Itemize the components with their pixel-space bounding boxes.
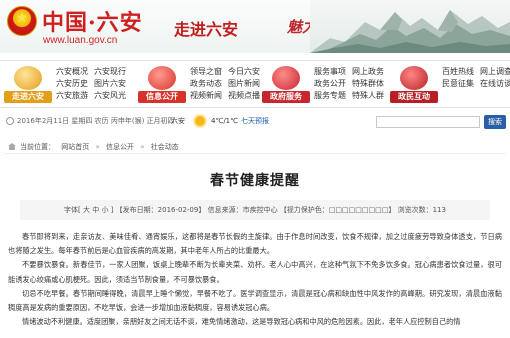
weather-temperature: 4℃/1℃ [211, 117, 238, 125]
nav-badge-label: 信息公开 [138, 91, 186, 103]
nav-link[interactable]: 六安旅游 [56, 90, 88, 101]
interaction-icon [400, 66, 428, 90]
nav-link[interactable]: 今日六安 [228, 66, 260, 77]
nav-link[interactable]: 服务事项 [314, 66, 346, 77]
weather-location: 六安 [171, 117, 185, 125]
main-nav: 走进六安 六安概况 六安现行 六安历史 图片六安 六安旅游 六安风光 信息公开 … [0, 60, 510, 108]
nav-link[interactable]: 领导之窗 [190, 66, 222, 77]
nav-link[interactable]: 图片新闻 [228, 78, 260, 89]
nav-link[interactable]: 六安历史 [56, 78, 88, 89]
nav-badge-label: 政民互动 [390, 91, 438, 103]
info-icon [148, 66, 176, 90]
article-meta: 字体[ 大 中 小 ] 【发布日期：2016-02-09】 信息来源：市疾控中心… [0, 204, 510, 216]
nav-link[interactable]: 六安风光 [94, 90, 126, 101]
nav-link[interactable]: 政务公开 [314, 78, 346, 89]
article-paragraph: 不要暴饮暴食。新春佳节，一家人团聚，饭桌上晚辈不断为长辈夹菜、劝杯。老人心中高兴… [8, 260, 502, 284]
eye-protect-color-swatches[interactable]: □□□□□□□□□ [329, 206, 389, 214]
nav-link[interactable]: 在线访谈 [480, 78, 510, 89]
nav-link[interactable]: 特殊群体 [352, 78, 384, 89]
sun-icon [195, 116, 205, 126]
nav-link[interactable]: 六安概况 [56, 66, 88, 77]
mountain-landscape-image [310, 0, 510, 53]
service-icon [272, 66, 300, 90]
nav-link[interactable]: 六安现行 [94, 66, 126, 77]
breadcrumb-item-home[interactable]: 网站首页 [61, 143, 89, 151]
nav-link[interactable]: 图片六安 [94, 78, 126, 89]
view-count: 浏览次数：113 [397, 206, 446, 214]
article-body: 春节即将到来，走亲访友、美味佳肴、通宵娱乐，这都将是春节长假的主旋律。由于作息时… [8, 230, 502, 338]
breadcrumb-item-social[interactable]: 社会动态 [151, 143, 179, 151]
nav-link[interactable]: 百姓热线 [442, 66, 474, 77]
eye-protect-label: 【视力保护色： [279, 206, 329, 214]
article-title: 春节健康提醒 [210, 173, 300, 189]
nav-badge-label: 走进六安 [4, 91, 52, 103]
font-size-switcher[interactable]: 字体[ 大 中 小 ] [64, 206, 113, 214]
clock-icon [6, 117, 14, 125]
eye-protect-end: 】 [388, 206, 396, 214]
nav-link[interactable]: 政务动态 [190, 78, 222, 89]
nav-link[interactable]: 网上政务 [352, 66, 384, 77]
nav-badge-interaction[interactable]: 政民互动 [390, 64, 438, 106]
breadcrumb-item-info[interactable]: 信息公开 [106, 143, 134, 151]
breadcrumb-label: 当前位置： [20, 143, 55, 151]
publish-date: 【发布日期：2016-02-09】 [115, 206, 206, 214]
nav-link[interactable]: 视频点播 [228, 90, 260, 101]
nav-badge-info[interactable]: 信息公开 [138, 64, 186, 106]
nav-link[interactable]: 网上调查 [480, 66, 510, 77]
article-paragraph: 情绪波动不利健康。适度团聚，亲朋好友之间无话不谈，难免情绪激动，这是导致冠心病和… [22, 317, 461, 327]
breadcrumb-separator: » [95, 143, 100, 151]
site-banner: 中国·六安 www.luan.gov.cn 走进六安 魅力六安 [0, 0, 510, 53]
nav-badge-intro[interactable]: 走进六安 [4, 64, 52, 106]
seven-day-forecast-link[interactable]: 七天预报 [241, 112, 269, 130]
banner-slogan-primary: 走进六安 [174, 20, 239, 39]
nav-link[interactable]: 视频新闻 [190, 90, 222, 101]
nav-badge-label: 政府服务 [262, 91, 310, 103]
breadcrumb-separator: » [140, 143, 145, 151]
info-source: 信息来源：市疾控中心 [207, 206, 278, 214]
nav-link[interactable]: 民意征集 [442, 78, 474, 89]
search-input[interactable] [376, 116, 480, 128]
site-url: www.luan.gov.cn [43, 35, 118, 46]
nav-badge-service[interactable]: 政府服务 [262, 64, 310, 106]
home-icon [8, 143, 16, 150]
site-name[interactable]: 中国·六安 [42, 5, 143, 37]
article-paragraph: 春节即将到来，走亲访友、美味佳肴、通宵娱乐，这都将是春节长假的主旋律。由于作息时… [8, 232, 502, 256]
national-emblem-icon [7, 6, 37, 36]
landscape-icon [14, 66, 42, 90]
current-date: 2016年2月11日 星期四 农历 丙申年(猴) 正月初四 [17, 117, 175, 125]
nav-link[interactable]: 特殊人群 [352, 90, 384, 101]
search-button[interactable]: 搜索 [484, 115, 506, 129]
breadcrumb: 当前位置： 网站首页 » 信息公开 » 社会动态 [4, 140, 506, 154]
article-paragraph: 切忌不吃早餐。春节期间睡得晚，清晨早上睡个懒觉，早餐不吃了。医学调查显示，清晨是… [8, 288, 502, 313]
nav-link[interactable]: 服务专题 [314, 90, 346, 101]
